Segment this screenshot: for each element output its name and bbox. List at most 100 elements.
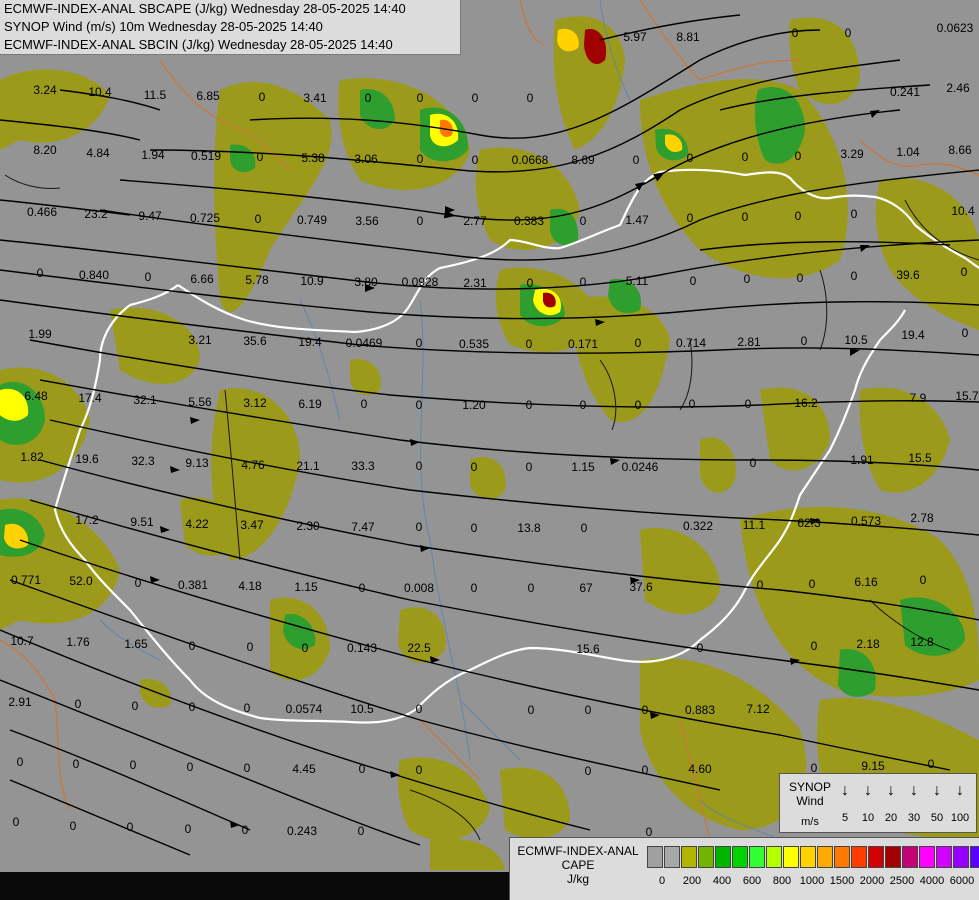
station-value: 3.47 xyxy=(240,518,264,532)
station-value: 4.18 xyxy=(238,579,262,593)
station-value: 0 xyxy=(749,456,757,470)
station-value: 3.06 xyxy=(354,152,378,166)
station-value: 4.22 xyxy=(185,517,209,531)
station-value: 10.4 xyxy=(951,204,975,218)
station-value: 62.3 xyxy=(797,516,821,530)
station-value: 52.0 xyxy=(69,574,93,588)
wind-legend: SYNOP Wind m/s ↓ 5 ↓ 10 ↓ 20 ↓ 30 ↓ 50 ↓ 100 xyxy=(779,773,977,833)
cape-legend-tick: 0 xyxy=(658,875,666,887)
station-value: 0.383 xyxy=(513,214,545,228)
wind-arrow-icon: ↓ xyxy=(841,782,849,799)
wind-arrow-icon: ↓ xyxy=(933,782,941,799)
station-value: 0.883 xyxy=(684,703,716,717)
cape-legend-tick: 1500 xyxy=(829,875,855,887)
cape-color-swatch xyxy=(783,846,799,868)
station-value: 2.77 xyxy=(463,214,487,228)
station-value: 0 xyxy=(188,700,196,714)
station-value: 2.81 xyxy=(737,335,761,349)
station-value: 0 xyxy=(415,520,423,534)
station-value: 0 xyxy=(186,760,194,774)
station-value: 8.69 xyxy=(571,153,595,167)
station-value: 0 xyxy=(358,581,366,595)
cape-legend-tick: 1000 xyxy=(799,875,825,887)
station-value: 0 xyxy=(641,703,649,717)
station-value: 0.466 xyxy=(26,205,58,219)
station-value: 0.535 xyxy=(458,337,490,351)
wind-legend-speed: 20 xyxy=(884,812,898,824)
station-value: 0 xyxy=(525,460,533,474)
station-value: 6.85 xyxy=(196,89,220,103)
station-value: 6.66 xyxy=(190,272,214,286)
station-value: 1.15 xyxy=(571,460,595,474)
station-value: 7.9 xyxy=(909,391,927,405)
station-value: 1.94 xyxy=(141,148,165,162)
station-value: 17.2 xyxy=(75,513,99,527)
station-value: 22.5 xyxy=(407,641,431,655)
station-value: 0 xyxy=(243,761,251,775)
station-value: 15.7 xyxy=(955,389,979,403)
cape-legend-swatches xyxy=(647,846,979,868)
station-value: 19.6 xyxy=(75,452,99,466)
wind-legend-speed: 5 xyxy=(841,812,849,824)
station-value: 1.65 xyxy=(124,637,148,651)
station-value: 0.0668 xyxy=(511,153,549,167)
station-value: 0 xyxy=(800,334,808,348)
station-value: 0 xyxy=(686,151,694,165)
station-value: 0.243 xyxy=(286,824,318,838)
station-value: 3.29 xyxy=(840,147,864,161)
cape-legend-tick: 200 xyxy=(682,875,702,887)
station-value: 0 xyxy=(525,337,533,351)
station-value: 0 xyxy=(415,336,423,350)
station-value: 8.66 xyxy=(948,143,972,157)
station-value: 0 xyxy=(470,521,478,535)
cape-color-swatch xyxy=(715,846,731,868)
station-value: 0.0246 xyxy=(621,460,659,474)
station-value: 0 xyxy=(689,274,697,288)
wind-legend-speed: 100 xyxy=(950,812,970,824)
station-value: 3.21 xyxy=(188,333,212,347)
station-value: 2.18 xyxy=(856,637,880,651)
station-value: 0 xyxy=(696,641,704,655)
station-value: 0.381 xyxy=(177,578,209,592)
station-value: 2.78 xyxy=(910,511,934,525)
station-value: 0 xyxy=(471,91,479,105)
station-value: 0 xyxy=(580,521,588,535)
station-value: 0 xyxy=(416,214,424,228)
cape-legend-tick: 2000 xyxy=(859,875,885,887)
station-value: 0 xyxy=(246,640,254,654)
station-value: 0 xyxy=(756,578,764,592)
station-value: 0 xyxy=(12,815,20,829)
station-value: 0 xyxy=(415,459,423,473)
wind-legend-title: SYNOP Wind xyxy=(788,780,831,808)
station-value: 0 xyxy=(72,757,80,771)
station-value: 8.20 xyxy=(33,143,57,157)
station-value: 15.5 xyxy=(908,451,932,465)
station-value: 15.6 xyxy=(576,642,600,656)
station-value: 2.30 xyxy=(296,519,320,533)
station-value: 7.12 xyxy=(746,702,770,716)
station-value: 0 xyxy=(188,639,196,653)
station-value: 0.519 xyxy=(190,149,222,163)
cape-color-swatch xyxy=(851,846,867,868)
station-value: 0 xyxy=(579,275,587,289)
station-value: 0.143 xyxy=(346,641,378,655)
station-value: 10.5 xyxy=(350,702,374,716)
station-value: 0.322 xyxy=(682,519,714,533)
station-value: 0 xyxy=(415,398,423,412)
station-value: 0 xyxy=(850,207,858,221)
station-value: 19.4 xyxy=(298,335,322,349)
wind-legend-speed: 50 xyxy=(930,812,944,824)
station-value: 0.008 xyxy=(403,581,435,595)
station-value: 0 xyxy=(36,266,44,280)
station-value: 23.2 xyxy=(84,207,108,221)
station-value: 1.20 xyxy=(462,398,486,412)
station-value: 0.771 xyxy=(10,573,42,587)
station-value: 0 xyxy=(129,758,137,772)
cape-color-swatch xyxy=(800,846,816,868)
station-value: 19.4 xyxy=(901,328,925,342)
cape-legend-tick: 2500 xyxy=(889,875,915,887)
station-value: 0 xyxy=(131,699,139,713)
station-value: 5.97 xyxy=(623,30,647,44)
station-value: 1.82 xyxy=(20,450,44,464)
station-value: 5.78 xyxy=(245,273,269,287)
